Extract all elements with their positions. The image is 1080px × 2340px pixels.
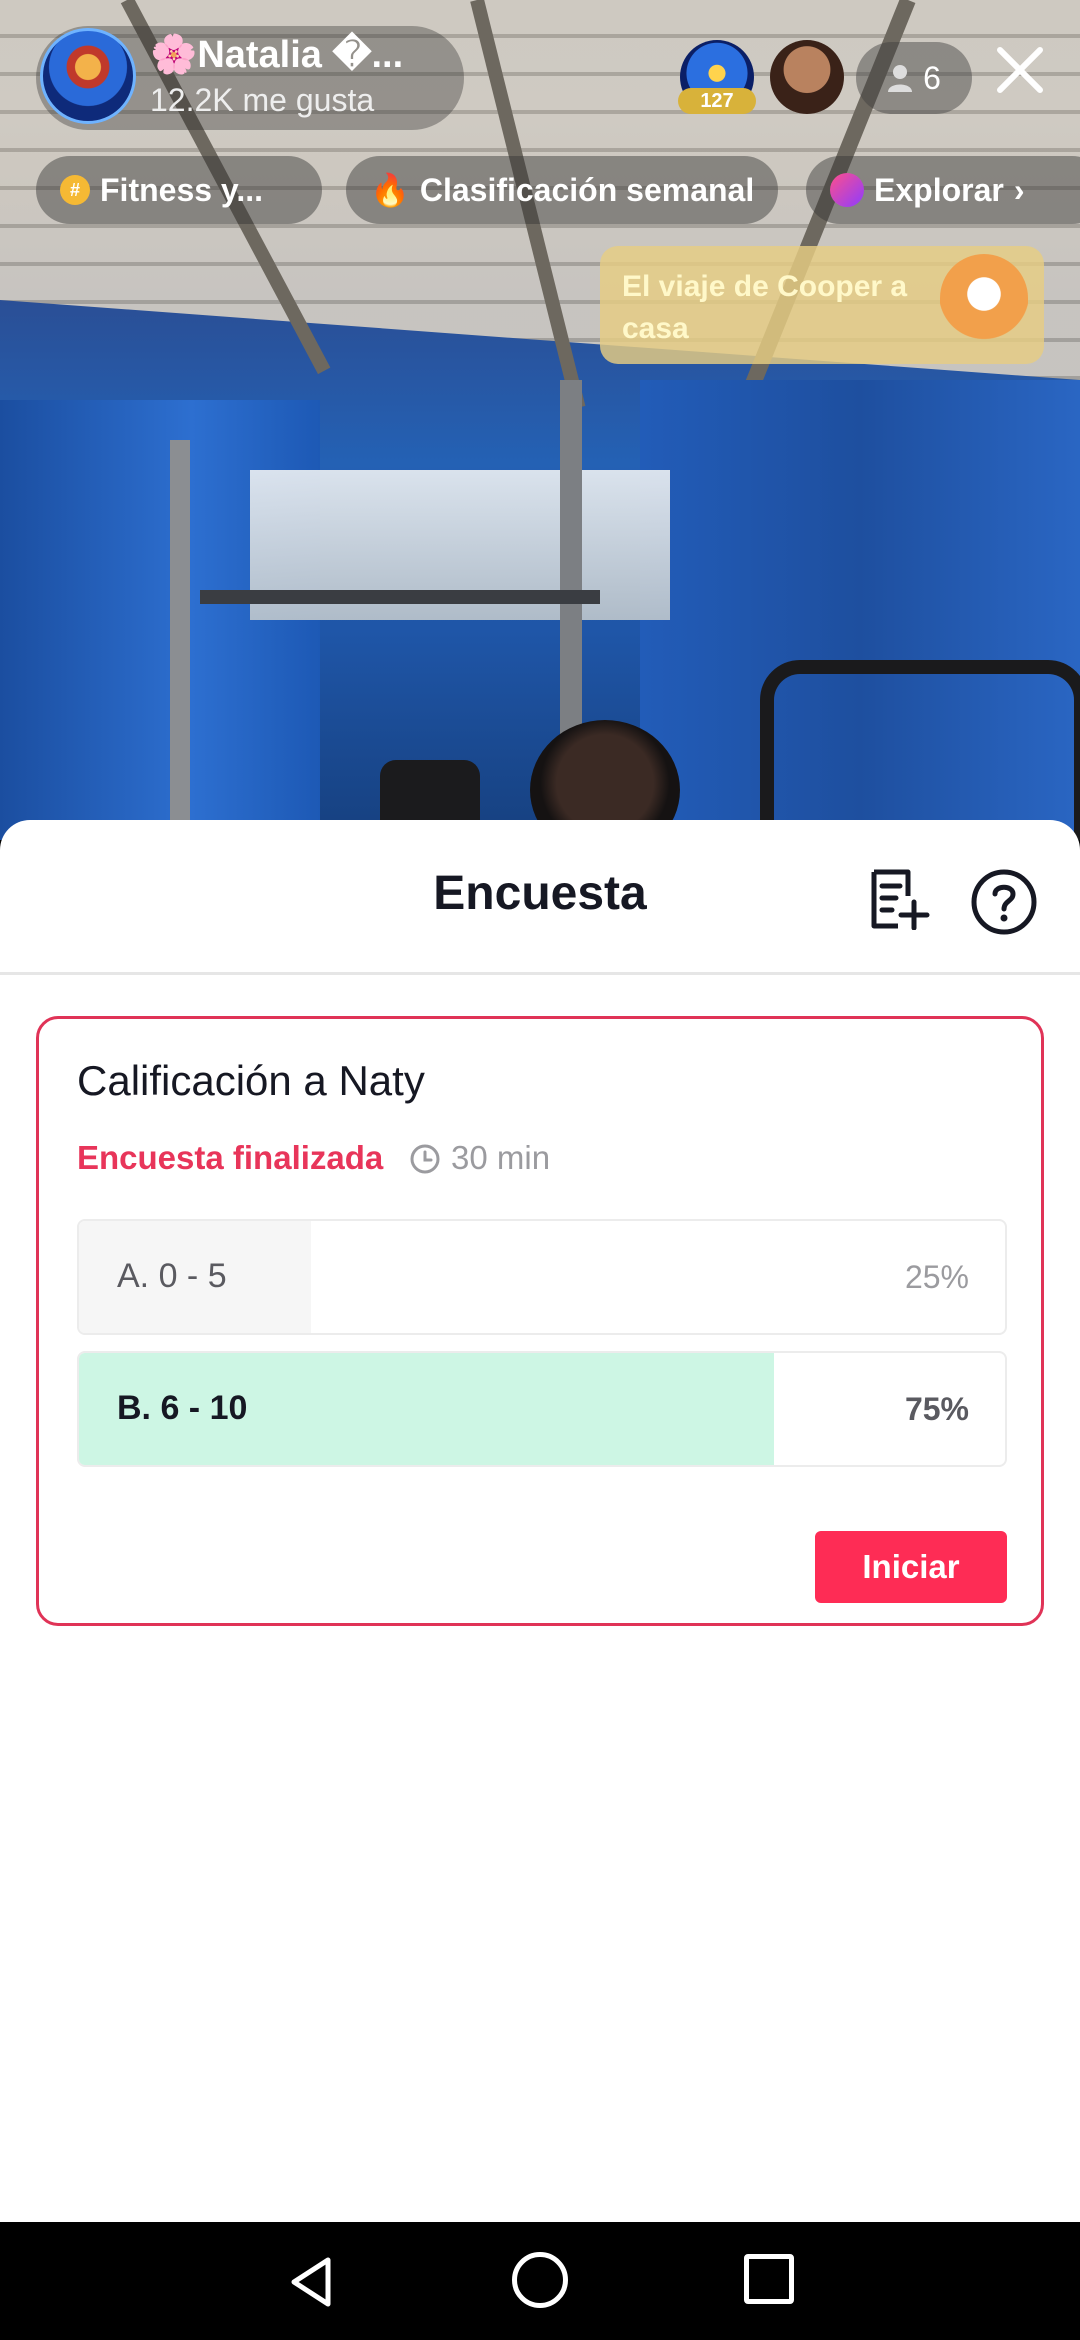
chip-explore[interactable]: Explorar › (806, 156, 1080, 224)
promo-banner[interactable]: El viaje de Cooper a casa (600, 246, 1044, 364)
recent-apps-icon[interactable] (744, 2254, 794, 2304)
back-icon[interactable] (282, 2252, 342, 2312)
hashtag-icon: # (60, 175, 90, 205)
option-label: B. 6 - 10 (117, 1389, 248, 1427)
poll-option-b: B. 6 - 10 75% (77, 1351, 1007, 1467)
viewer-count-button[interactable]: 6 (856, 42, 972, 114)
poll-option-a: A. 0 - 5 25% (77, 1219, 1007, 1335)
add-list-icon[interactable] (868, 868, 930, 930)
home-icon[interactable] (512, 2252, 568, 2308)
pullup-bar (200, 590, 600, 604)
poll-card: Calificación a Naty Encuesta finalizada … (36, 1016, 1044, 1626)
viewer-avatar[interactable] (770, 40, 844, 114)
chip-weekly-ranking[interactable]: 🔥 Clasificación semanal (346, 156, 778, 224)
chip-label: Clasificación semanal (419, 171, 755, 208)
start-poll-button[interactable]: Iniciar (815, 1531, 1007, 1603)
host-avatar[interactable] (40, 28, 136, 124)
gym-machine (760, 660, 1080, 840)
host-name: 🌸Natalia �... (150, 34, 404, 76)
chip-fitness[interactable]: # Fitness y... (36, 156, 322, 224)
poll-status: Encuesta finalizada (77, 1139, 384, 1176)
planet-icon (830, 173, 864, 207)
poll-sheet: Encuesta Calificación a Naty Encuesta fi… (0, 820, 1080, 2222)
help-icon[interactable] (970, 868, 1038, 936)
promo-text: El viaje de Cooper a casa (622, 270, 908, 345)
chevron-right-icon: › (1013, 171, 1025, 208)
corgi-icon (940, 254, 1028, 354)
close-icon[interactable] (990, 40, 1050, 100)
blue-tarp-left (0, 400, 320, 840)
option-percent: 75% (904, 1391, 969, 1427)
poll-duration: 30 min (451, 1139, 551, 1176)
poll-question: Calificación a Naty (77, 1057, 425, 1104)
flame-icon: 🔥 (370, 172, 410, 208)
person-icon (888, 65, 913, 92)
option-label: A. 0 - 5 (117, 1257, 227, 1295)
chip-label: Fitness y... (100, 171, 264, 208)
system-nav-bar (0, 2222, 1080, 2340)
host-likes: 12.2K me gusta (150, 82, 375, 118)
chip-label: Explorar (874, 171, 1004, 208)
viewer-count: 6 (923, 59, 941, 96)
clock-icon (410, 1144, 440, 1174)
viewer-rank-badge: 127 (678, 88, 756, 114)
option-percent: 25% (904, 1259, 969, 1295)
divider (0, 972, 1080, 975)
rack-post (170, 440, 190, 840)
